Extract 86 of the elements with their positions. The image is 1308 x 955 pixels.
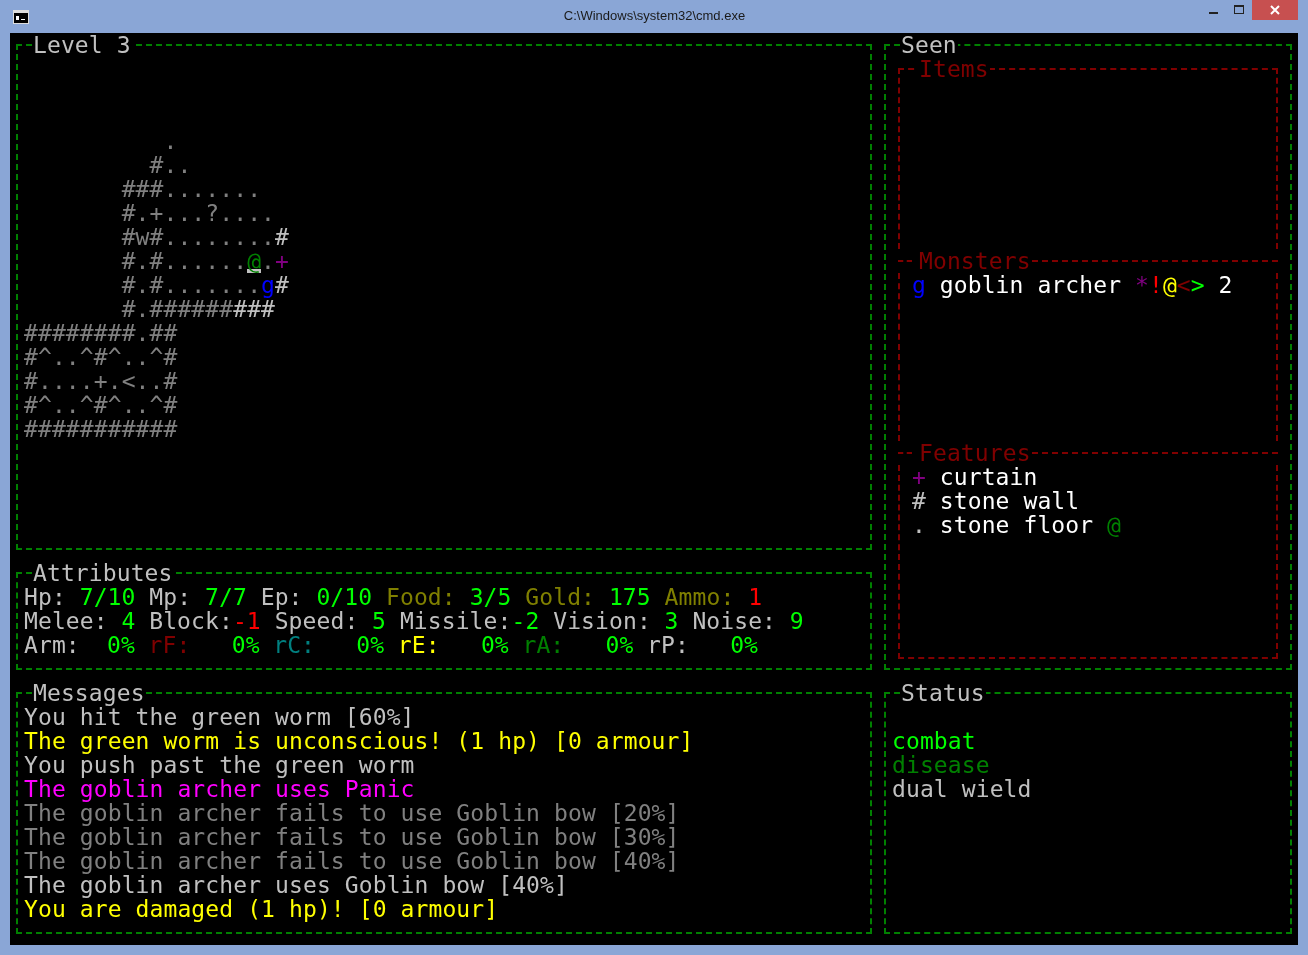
map-tiles: #^..^#^..^# [24, 345, 178, 369]
attribute-value: 3/5 [469, 585, 512, 609]
attribute-value: 9 [788, 609, 804, 633]
map-tiles: @ [247, 249, 262, 273]
map-tiles: ### [233, 297, 276, 321]
map-tiles: #w#........ [24, 225, 276, 249]
map-tiles: #.#...... [24, 249, 248, 273]
feature-glyph: . [912, 513, 926, 537]
monster-name: goblin archer [939, 273, 1122, 297]
terminal-icon [13, 10, 29, 24]
panel-title: Status [900, 681, 986, 705]
monster-status-text: < [1176, 273, 1191, 297]
attribute-label: Melee: [24, 609, 108, 633]
map-tiles: #^..^#^..^# [24, 393, 178, 417]
map-tiles: ########.## [24, 321, 178, 345]
status-line: combat [892, 729, 977, 753]
map-tiles: #.. [24, 153, 192, 177]
attribute-value: 0% [480, 633, 509, 657]
attribute-label: Ammo: [664, 585, 735, 609]
feature-marker: @ [1107, 513, 1121, 537]
attribute-label: rA: [522, 633, 566, 657]
section-title: Features [918, 441, 1032, 465]
feature-glyph: + [912, 465, 926, 489]
section-title: Monsters [918, 249, 1032, 273]
attribute-value: -2 [511, 609, 540, 633]
map-tiles: #.#....... [24, 273, 262, 297]
map-tiles: #.###### [24, 297, 234, 321]
attribute-value: -1 [232, 609, 261, 633]
monster-status-text: ! [1148, 273, 1163, 297]
panel-title: Attributes [32, 561, 174, 585]
attribute-label: rP: [647, 633, 690, 657]
map-tiles: + [275, 249, 289, 273]
feature-name: curtain [939, 465, 1038, 489]
attribute-label: rC: [273, 633, 316, 657]
attribute-value: 1 [748, 585, 763, 609]
attribute-label: Missile: [399, 609, 512, 633]
map-tiles: . [24, 129, 178, 153]
attribute-value: 5 [371, 609, 387, 633]
attribute-value: 0% [730, 633, 759, 657]
monster-status-text: * [1134, 273, 1149, 297]
map-tiles: # [275, 273, 289, 297]
close-button[interactable] [1252, 0, 1298, 20]
map-tiles: #.+...?.... [24, 201, 276, 225]
monster-status-text: > [1190, 273, 1205, 297]
status-line: disease [892, 753, 991, 777]
attribute-value: 3 [663, 609, 679, 633]
attribute-value: 0% [107, 633, 135, 657]
monster-status-text: @ [1162, 273, 1177, 297]
attribute-value: 0% [356, 633, 385, 657]
status-line: dual wield [892, 777, 1033, 801]
attribute-label: Gold: [525, 585, 596, 609]
panel-title: Seen [900, 33, 958, 57]
message-line: You are damaged (1 hp)! [0 armour] [24, 897, 500, 921]
minimize-icon [1208, 12, 1218, 14]
attribute-label: Speed: [274, 609, 359, 633]
attribute-label: Food: [386, 585, 456, 609]
map-tiles: g [261, 273, 276, 297]
attribute-label: Noise: [692, 609, 777, 633]
map-tiles: ########### [24, 417, 178, 441]
attribute-label: Ep: [260, 585, 303, 609]
attribute-value: 7/7 [205, 585, 247, 609]
window-title: C:\Windows\system32\cmd.exe [563, 8, 746, 23]
attribute-label: rE: [397, 633, 441, 657]
map-tiles: #....+.<..# [24, 369, 178, 393]
close-icon [1269, 4, 1281, 16]
attribute-value: 0% [231, 633, 260, 657]
attribute-label: Block: [149, 609, 233, 633]
monster-glyph: g [912, 273, 926, 297]
attribute-value: 0% [605, 633, 634, 657]
map-tiles: . [261, 249, 276, 273]
feature-glyph: # [912, 489, 926, 513]
feature-name: stone wall [939, 489, 1080, 513]
attribute-value: 0/10 [316, 585, 373, 609]
section-title: Items [918, 57, 990, 81]
attribute-value: 4 [120, 609, 136, 633]
map-tiles: ###....... [24, 177, 262, 201]
attribute-label: rF: [148, 633, 192, 657]
attribute-value: 175 [608, 585, 651, 609]
monster-count: 2 [1218, 273, 1233, 297]
attribute-label: Vision: [553, 609, 651, 633]
attribute-label: Arm: [24, 633, 81, 657]
map-tiles: # [275, 225, 289, 249]
attribute-value: 7/10 [79, 585, 136, 609]
maximize-icon [1233, 5, 1245, 15]
panel-title: Level 3 [32, 33, 132, 57]
feature-name: stone floor [939, 513, 1094, 537]
